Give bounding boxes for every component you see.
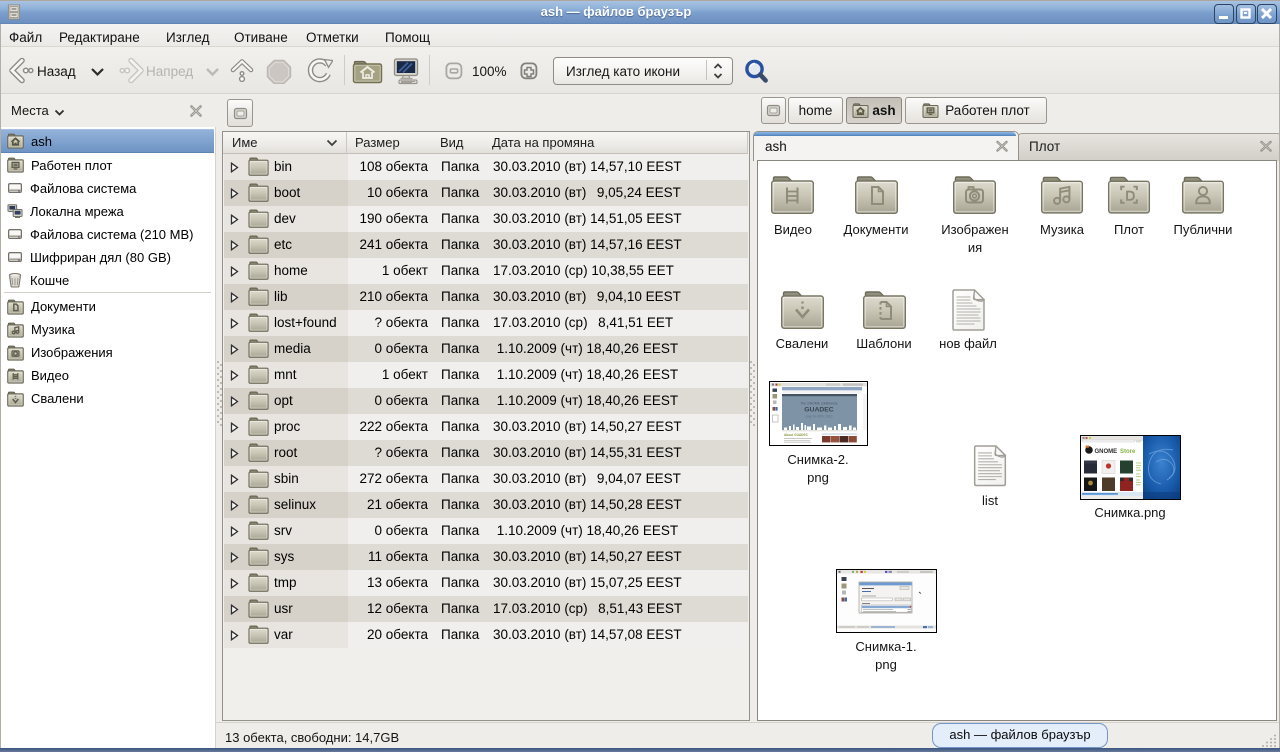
svg-text:GNOME: GNOME (1095, 449, 1118, 455)
svg-text:July 24–30th, 2010: July 24–30th, 2010 (806, 415, 833, 419)
svg-text:Store: Store (1120, 449, 1136, 455)
svg-text:GUADEC: GUADEC (804, 407, 834, 414)
svg-text:About GUADEC: About GUADEC (784, 433, 809, 437)
svg-text:The GNOME conference: The GNOME conference (800, 402, 837, 406)
